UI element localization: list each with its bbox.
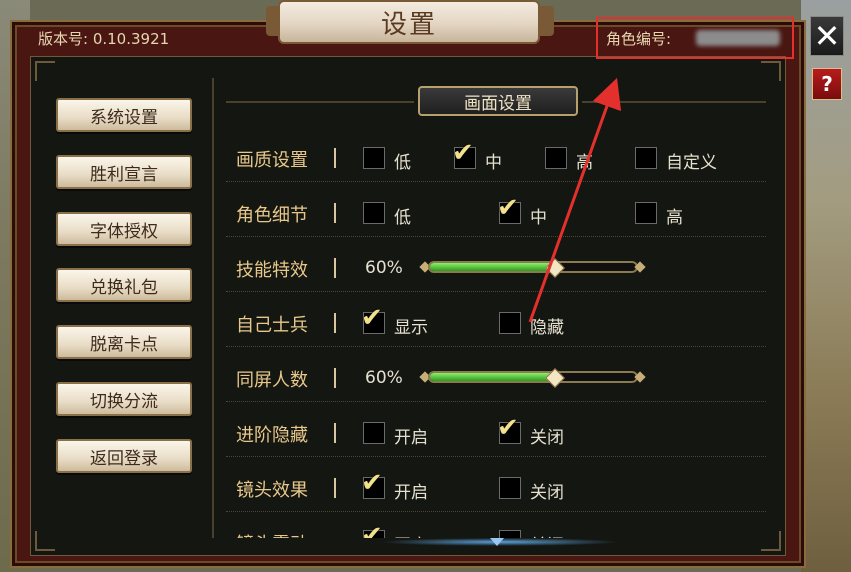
- role-detail-medium-label: 中: [530, 208, 547, 228]
- sidebar-item-font-license[interactable]: 字体授权: [56, 212, 192, 246]
- sidebar-item-redeem-gift[interactable]: 兑换礼包: [56, 268, 192, 302]
- skill-effects-slider-fill: [430, 263, 554, 271]
- camera-shake-label: 镜头震动: [236, 530, 308, 538]
- row-separator-bar: [334, 313, 336, 333]
- row-divider: [226, 236, 766, 237]
- role-detail-high-label: 高: [666, 208, 683, 228]
- close-button[interactable]: ✕: [810, 16, 844, 56]
- close-icon: ✕: [813, 17, 841, 55]
- camera-shake-off-checkbox[interactable]: [499, 530, 521, 538]
- advanced-hide-on-label: 开启: [394, 428, 428, 448]
- row-clip: 镜头震动 ✔ 开启 关闭: [226, 520, 766, 538]
- own-soldiers-label: 自己士兵: [236, 315, 308, 336]
- skill-effects-value: 60%: [365, 258, 403, 278]
- same-screen-slider[interactable]: [428, 371, 638, 383]
- window-title: 设置: [278, 0, 540, 44]
- row-separator-bar: [334, 203, 336, 223]
- quality-custom-checkbox[interactable]: [635, 147, 657, 169]
- sidebar-item-return-login[interactable]: 返回登录: [56, 439, 192, 473]
- quality-high-checkbox[interactable]: [545, 147, 567, 169]
- camera-effect-off-checkbox[interactable]: [499, 477, 521, 499]
- row-separator-bar: [334, 368, 336, 388]
- corner-ornament: [35, 61, 55, 81]
- row-separator-bar: [334, 423, 336, 443]
- row-divider: [226, 456, 766, 457]
- sidebar-item-system-settings[interactable]: 系统设置: [56, 98, 192, 132]
- quality-low-label: 低: [394, 153, 411, 173]
- own-soldiers-hide-checkbox[interactable]: [499, 312, 521, 334]
- header-rule-left: [226, 101, 414, 103]
- advanced-hide-off-label: 关闭: [530, 428, 564, 448]
- row-divider: [226, 291, 766, 292]
- corner-ornament: [761, 61, 781, 81]
- camera-effect-on-label: 开启: [394, 483, 428, 503]
- version-label: 版本号: 0.10.3921: [38, 30, 170, 48]
- help-icon: ?: [821, 72, 833, 96]
- checkmark-icon: ✔: [497, 413, 519, 443]
- same-screen-slider-fill: [430, 373, 554, 381]
- role-detail-label: 角色细节: [236, 205, 308, 226]
- camera-effect-off-label: 关闭: [530, 483, 564, 503]
- camera-shake-on-label: 开启: [394, 531, 428, 538]
- checkmark-icon: ✔: [497, 193, 519, 223]
- camera-effect-label: 镜头效果: [236, 480, 308, 501]
- section-title: 画面设置: [418, 86, 578, 116]
- scroll-down-icon[interactable]: [490, 538, 504, 546]
- role-detail-low-checkbox[interactable]: [363, 202, 385, 224]
- row-separator-bar: [334, 258, 336, 278]
- row-separator-bar: [334, 148, 336, 168]
- camera-shake-off-label: 关闭: [530, 531, 564, 538]
- role-detail-low-label: 低: [394, 208, 411, 228]
- quality-label: 画质设置: [236, 150, 308, 171]
- header-rule-right: [582, 101, 766, 103]
- own-soldiers-show-label: 显示: [394, 318, 428, 338]
- checkmark-icon: ✔: [361, 468, 383, 498]
- help-button[interactable]: ?: [812, 68, 842, 100]
- advanced-hide-on-checkbox[interactable]: [363, 422, 385, 444]
- panel-divider: [212, 78, 214, 538]
- quality-medium-label: 中: [485, 153, 502, 173]
- sidebar-item-victory-declaration[interactable]: 胜利宣言: [56, 155, 192, 189]
- quality-low-checkbox[interactable]: [363, 147, 385, 169]
- corner-ornament: [35, 531, 55, 551]
- row-divider: [226, 346, 766, 347]
- sidebar-item-switch-server[interactable]: 切换分流: [56, 382, 192, 416]
- quality-custom-label: 自定义: [666, 153, 717, 173]
- row-separator-bar: [334, 478, 336, 498]
- skill-effects-label: 技能特效: [236, 260, 308, 281]
- row-divider: [226, 511, 766, 512]
- own-soldiers-hide-label: 隐藏: [530, 318, 564, 338]
- checkmark-icon: ✔: [361, 521, 383, 538]
- skill-effects-slider[interactable]: [428, 261, 638, 273]
- checkmark-icon: ✔: [452, 138, 474, 168]
- row-divider: [226, 181, 766, 182]
- annotation-highlight-box: [596, 17, 794, 59]
- quality-high-label: 高: [576, 153, 593, 173]
- role-detail-high-checkbox[interactable]: [635, 202, 657, 224]
- row-divider: [226, 401, 766, 402]
- sidebar-item-unstuck[interactable]: 脱离卡点: [56, 325, 192, 359]
- same-screen-value: 60%: [365, 368, 403, 388]
- advanced-hide-label: 进阶隐藏: [236, 425, 308, 446]
- checkmark-icon: ✔: [361, 303, 383, 333]
- same-screen-label: 同屏人数: [236, 370, 308, 391]
